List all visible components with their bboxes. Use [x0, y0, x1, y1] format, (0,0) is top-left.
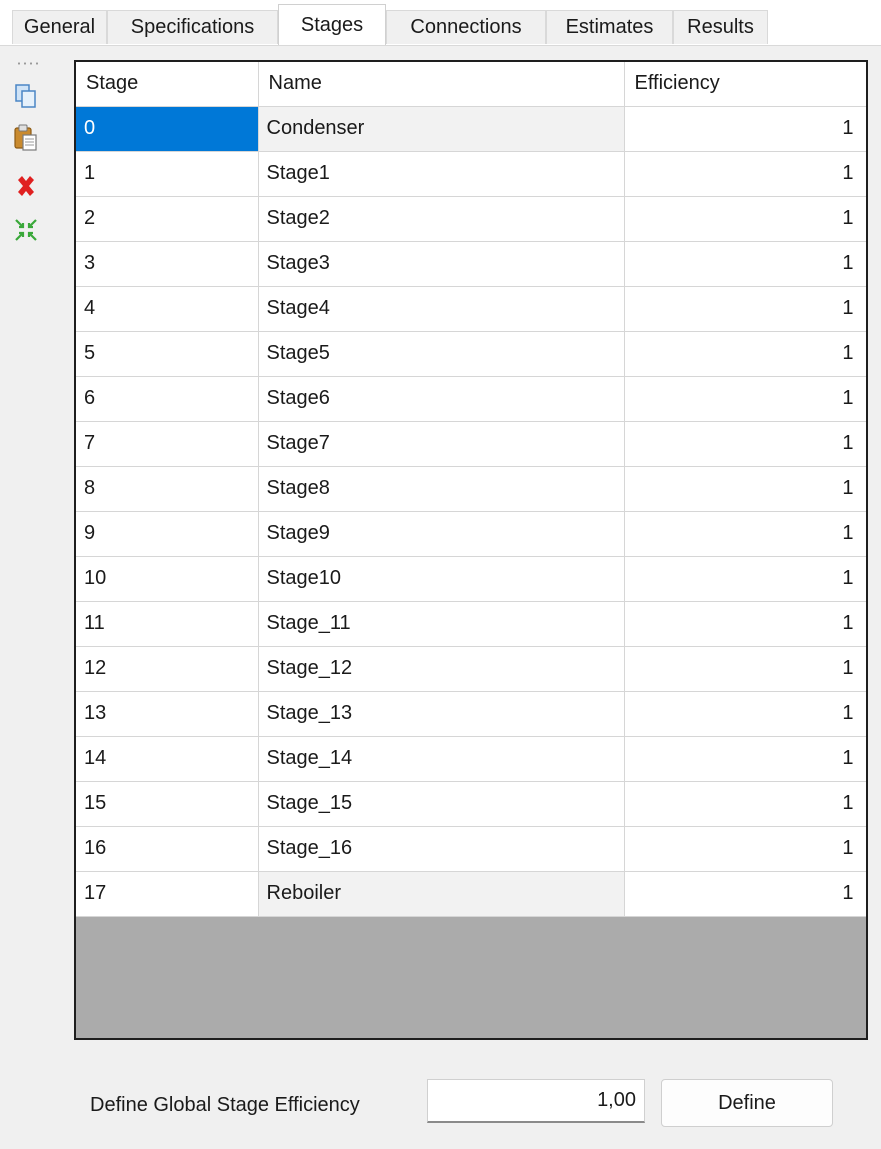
collapse-icon[interactable]	[12, 216, 40, 244]
name-cell[interactable]: Stage1	[258, 151, 625, 197]
toolbar-grip[interactable]	[16, 62, 40, 65]
efficiency-cell[interactable]: 1	[624, 691, 866, 737]
name-cell[interactable]: Stage_11	[258, 601, 625, 647]
efficiency-cell[interactable]: 1	[624, 196, 866, 242]
stages-table: Stage Name Efficiency 0 Condenser 1 1 St…	[76, 62, 866, 917]
stage-cell[interactable]: 1	[76, 151, 259, 197]
tab-specifications[interactable]: Specifications	[107, 10, 278, 44]
name-cell[interactable]: Stage10	[258, 556, 625, 602]
table-row: 2 Stage2 1	[76, 196, 866, 242]
stage-cell[interactable]: 7	[76, 421, 259, 467]
table-row: 10 Stage10 1	[76, 556, 866, 602]
name-cell[interactable]: Stage_15	[258, 781, 625, 827]
name-cell[interactable]: Stage4	[258, 286, 625, 332]
name-cell[interactable]: Stage_16	[258, 826, 625, 872]
stage-cell[interactable]: 9	[76, 511, 259, 557]
stage-cell[interactable]: 12	[76, 646, 259, 692]
stage-cell[interactable]: 4	[76, 286, 259, 332]
name-cell[interactable]: Stage9	[258, 511, 625, 557]
name-cell[interactable]: Stage2	[258, 196, 625, 242]
stage-cell[interactable]: 10	[76, 556, 259, 602]
name-cell[interactable]: Stage7	[258, 421, 625, 467]
name-cell[interactable]: Stage8	[258, 466, 625, 512]
tab-connections[interactable]: Connections	[386, 10, 546, 44]
efficiency-cell[interactable]: 1	[624, 466, 866, 512]
efficiency-cell[interactable]: 1	[624, 151, 866, 197]
column-header-stage[interactable]: Stage	[76, 62, 259, 107]
column-header-efficiency[interactable]: Efficiency	[624, 62, 866, 107]
stage-cell[interactable]: 3	[76, 241, 259, 287]
stage-cell[interactable]: 15	[76, 781, 259, 827]
name-cell[interactable]: Stage3	[258, 241, 625, 287]
table-header-row: Stage Name Efficiency	[76, 62, 866, 107]
efficiency-cell[interactable]: 1	[624, 871, 866, 917]
table-row: 8 Stage8 1	[76, 466, 866, 512]
stage-cell[interactable]: 13	[76, 691, 259, 737]
tab-estimates[interactable]: Estimates	[546, 10, 673, 44]
stage-cell[interactable]: 14	[76, 736, 259, 782]
table-row: 16 Stage_16 1	[76, 826, 866, 872]
stage-cell[interactable]: 5	[76, 331, 259, 377]
table-row: 0 Condenser 1	[76, 106, 866, 152]
stage-cell[interactable]: 8	[76, 466, 259, 512]
efficiency-cell[interactable]: 1	[624, 736, 866, 782]
tab-bar: General Specifications Stages Connection…	[0, 0, 881, 50]
stage-cell[interactable]: 11	[76, 601, 259, 647]
tab-stages[interactable]: Stages	[278, 4, 386, 46]
table-row: 13 Stage_13 1	[76, 691, 866, 737]
copy-icon[interactable]	[12, 82, 40, 110]
efficiency-cell[interactable]: 1	[624, 601, 866, 647]
efficiency-cell[interactable]: 1	[624, 556, 866, 602]
efficiency-cell[interactable]: 1	[624, 781, 866, 827]
efficiency-cell[interactable]: 1	[624, 646, 866, 692]
stage-cell[interactable]: 6	[76, 376, 259, 422]
table-row: 4 Stage4 1	[76, 286, 866, 332]
table-row: 15 Stage_15 1	[76, 781, 866, 827]
stage-cell[interactable]: 0	[76, 106, 259, 152]
paste-icon[interactable]	[12, 124, 40, 152]
efficiency-cell[interactable]: 1	[624, 511, 866, 557]
column-header-name[interactable]: Name	[258, 62, 625, 107]
table-row: 5 Stage5 1	[76, 331, 866, 377]
efficiency-cell[interactable]: 1	[624, 826, 866, 872]
name-cell[interactable]: Stage_12	[258, 646, 625, 692]
table-row: 17 Reboiler 1	[76, 871, 866, 917]
name-cell[interactable]: Stage6	[258, 376, 625, 422]
tab-results[interactable]: Results	[673, 10, 768, 44]
name-cell[interactable]: Stage_13	[258, 691, 625, 737]
efficiency-cell[interactable]: 1	[624, 421, 866, 467]
table-row: 7 Stage7 1	[76, 421, 866, 467]
efficiency-cell[interactable]: 1	[624, 106, 866, 152]
name-cell[interactable]: Reboiler	[258, 871, 625, 917]
table-row: 1 Stage1 1	[76, 151, 866, 197]
table-row: 12 Stage_12 1	[76, 646, 866, 692]
efficiency-cell[interactable]: 1	[624, 241, 866, 287]
table-row: 14 Stage_14 1	[76, 736, 866, 782]
efficiency-cell[interactable]: 1	[624, 376, 866, 422]
name-cell[interactable]: Condenser	[258, 106, 625, 152]
stage-cell[interactable]: 16	[76, 826, 259, 872]
stage-cell[interactable]: 17	[76, 871, 259, 917]
stages-grid[interactable]: Stage Name Efficiency 0 Condenser 1 1 St…	[74, 60, 868, 1040]
tab-general[interactable]: General	[12, 10, 107, 44]
table-row: 6 Stage6 1	[76, 376, 866, 422]
global-efficiency-label: Define Global Stage Efficiency	[90, 1094, 360, 1116]
table-row: 3 Stage3 1	[76, 241, 866, 287]
table-row: 9 Stage9 1	[76, 511, 866, 557]
global-efficiency-input[interactable]: 1,00	[427, 1079, 645, 1123]
define-button[interactable]: Define	[661, 1079, 833, 1127]
efficiency-cell[interactable]: 1	[624, 331, 866, 377]
table-row: 11 Stage_11 1	[76, 601, 866, 647]
name-cell[interactable]: Stage_14	[258, 736, 625, 782]
stage-cell[interactable]: 2	[76, 196, 259, 242]
delete-icon[interactable]	[12, 172, 40, 200]
name-cell[interactable]: Stage5	[258, 331, 625, 377]
efficiency-cell[interactable]: 1	[624, 286, 866, 332]
